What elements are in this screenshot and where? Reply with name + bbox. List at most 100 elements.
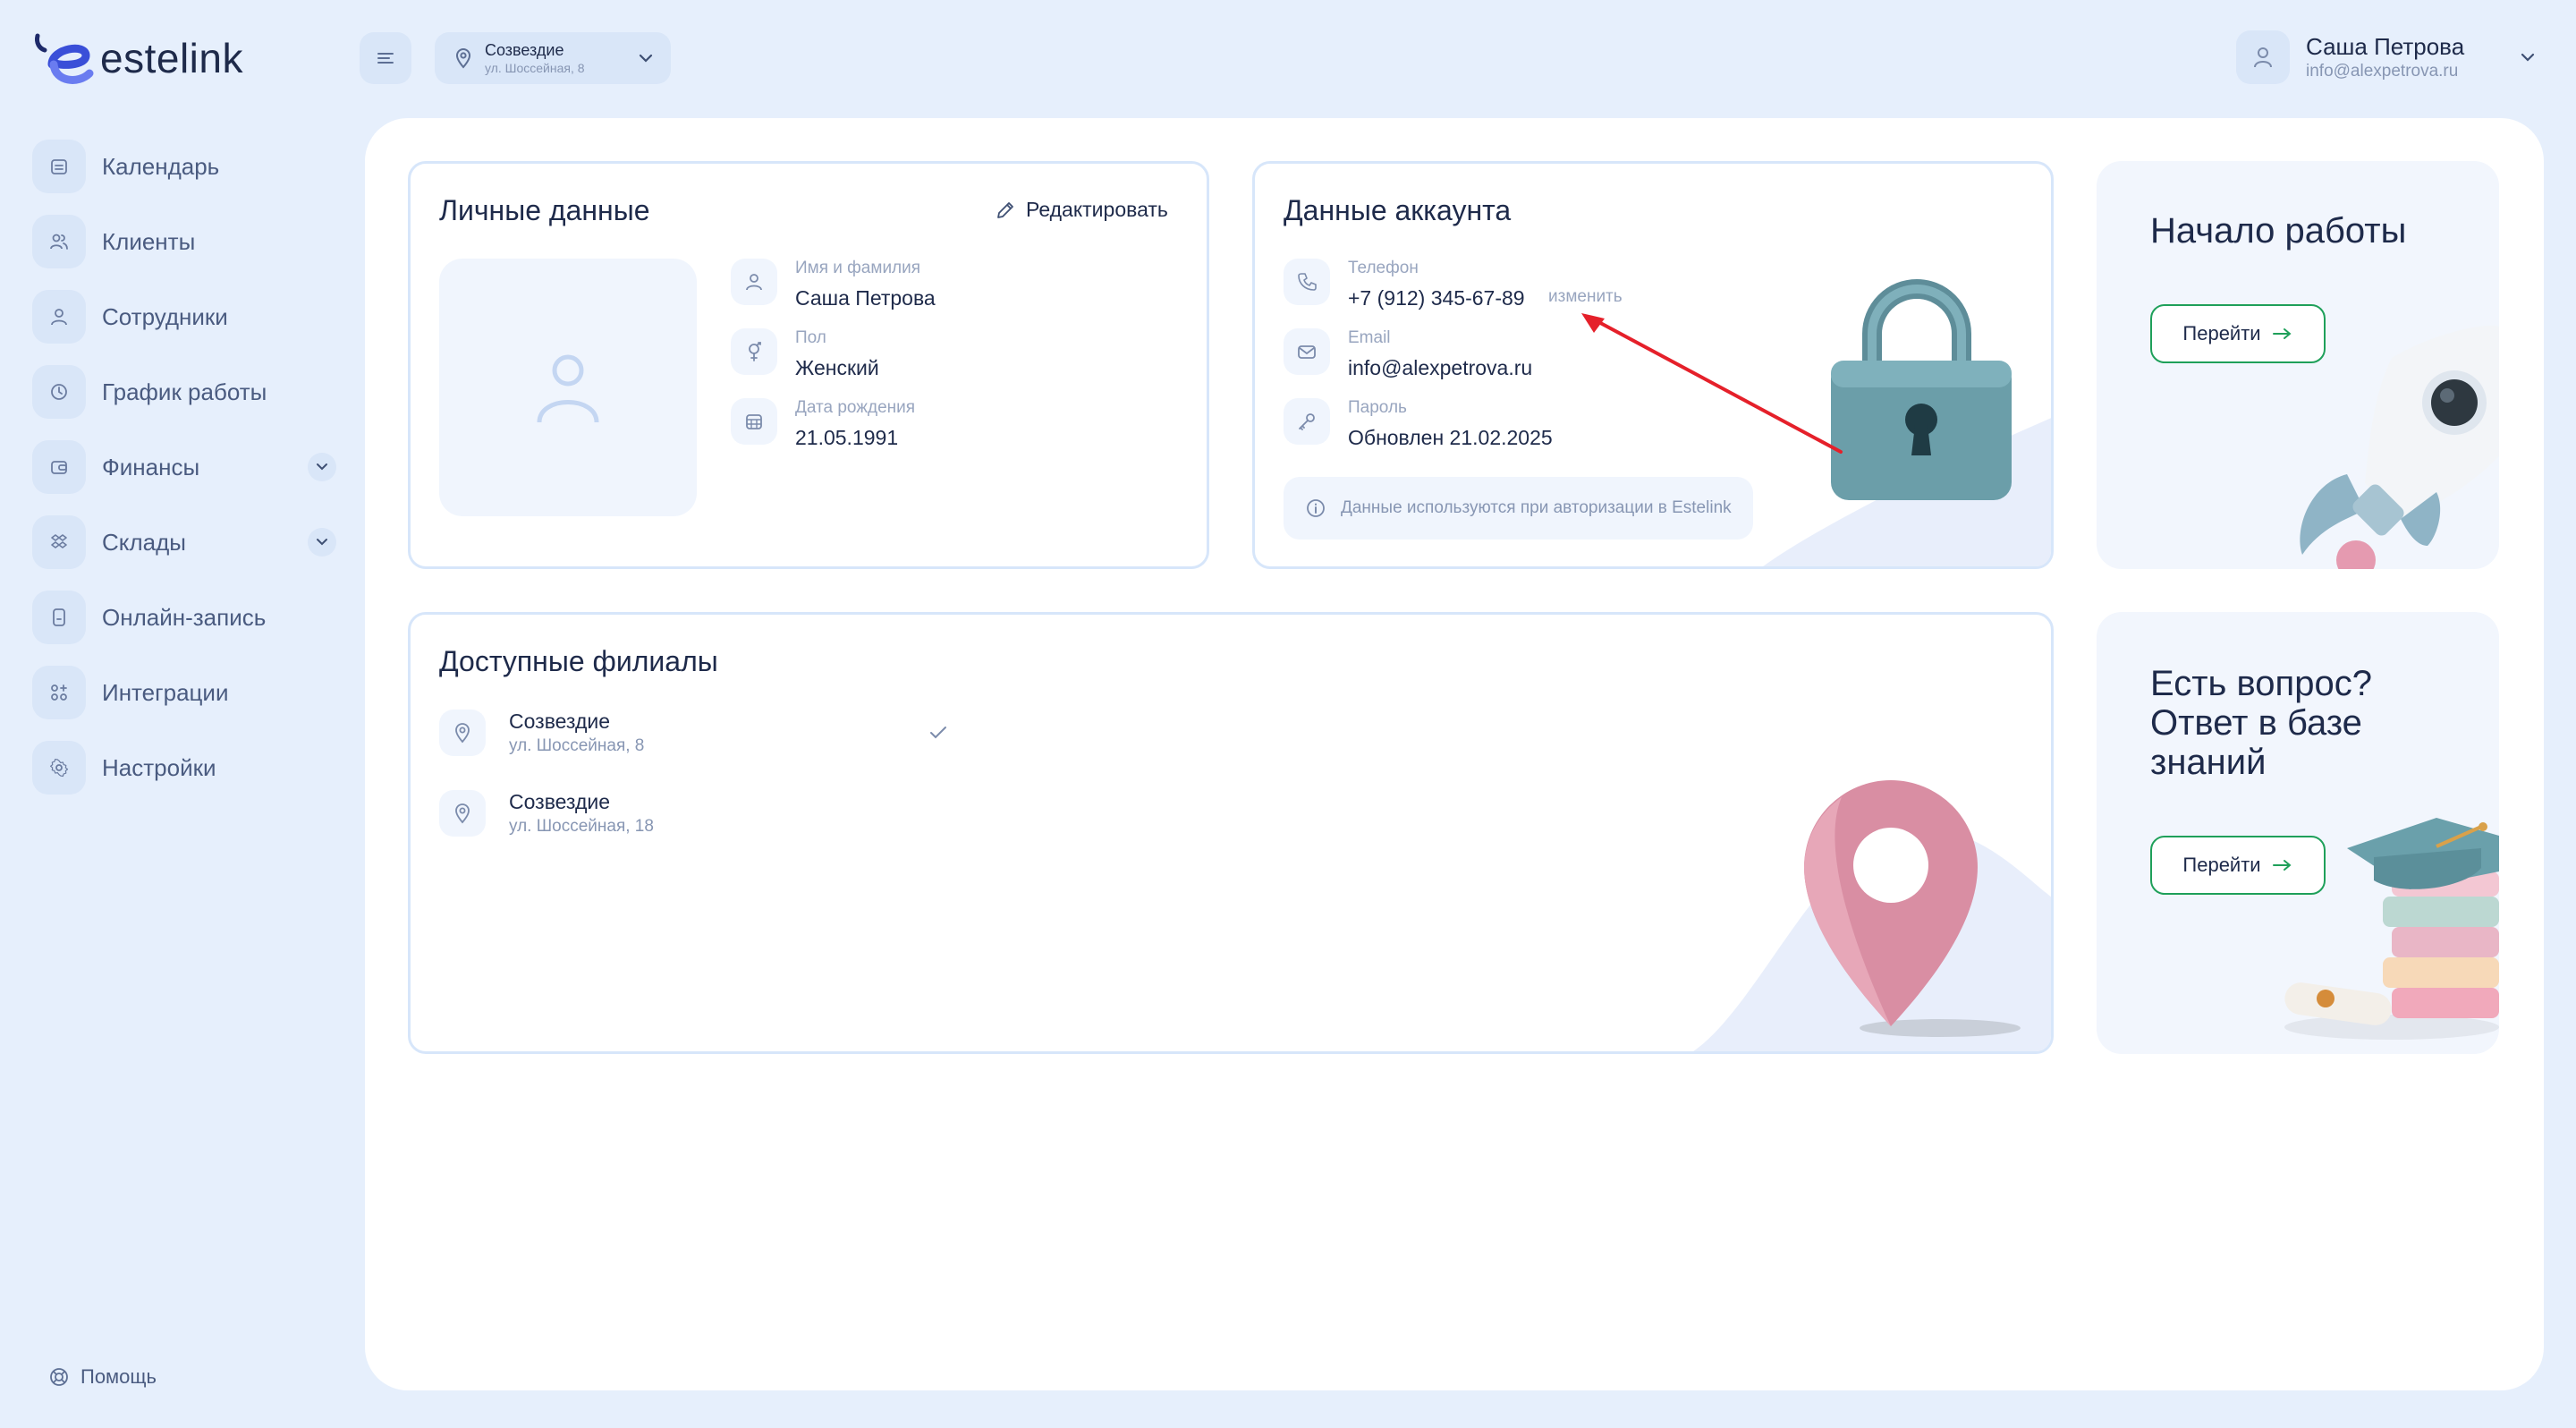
sidebar-item-label: Настройки xyxy=(102,753,216,781)
field-value: Саша Петрова xyxy=(795,286,936,310)
user-icon xyxy=(537,354,599,423)
user-email: info@alexpetrova.ru xyxy=(2306,62,2459,81)
field-label: Дата рождения xyxy=(795,398,916,417)
user-icon xyxy=(32,290,86,344)
sidebar-item-integrations[interactable]: Интеграции xyxy=(32,666,336,719)
user-icon xyxy=(2254,47,2272,68)
personal-data-card: Личные данные Редактировать Имя и фамили… xyxy=(408,161,1209,569)
sidebar-item-label: Онлайн-запись xyxy=(102,603,267,631)
sidebar-item-label: Сотрудники xyxy=(102,302,228,330)
promo-getting-started: Начало работы Перейти xyxy=(2097,161,2499,569)
location-pin-icon xyxy=(439,790,486,837)
promo-title-line: Есть вопрос? xyxy=(2150,664,2372,703)
auth-info-note: Данные используются при авторизации в Es… xyxy=(1284,477,1753,540)
sidebar-item-staff[interactable]: Сотрудники xyxy=(32,290,336,344)
branch-selector[interactable]: Созвездие ул. Шоссейная, 8 xyxy=(435,32,671,84)
app-logo[interactable]: estelink xyxy=(32,27,243,89)
sidebar-item-warehouses[interactable]: Склады xyxy=(32,515,336,569)
promo-title: Начало работы xyxy=(2150,211,2407,251)
sidebar-item-label: Склады xyxy=(102,528,186,556)
field-phone: Телефон +7 (912) 345-67-89 xyxy=(1284,259,1525,312)
branch-list-item[interactable]: Созвездие ул. Шоссейная, 18 xyxy=(439,788,949,838)
go-button-label: Перейти xyxy=(2182,322,2261,344)
boxes-icon xyxy=(32,515,86,569)
branch-item-name: Созвездие xyxy=(509,710,611,733)
device-icon xyxy=(32,591,86,644)
calendar-icon xyxy=(731,398,777,445)
users-icon xyxy=(32,215,86,268)
edit-button[interactable]: Редактировать xyxy=(994,198,1168,222)
menu-lines-icon xyxy=(377,53,394,64)
promo-title-line: Ответ в базе xyxy=(2150,703,2362,743)
help-link[interactable]: Помощь xyxy=(48,1365,157,1389)
menu-toggle-button[interactable] xyxy=(360,32,411,84)
map-pin-illustration xyxy=(1804,780,2021,1037)
rocket-illustration xyxy=(2300,325,2499,569)
books-graduation-cap-illustration xyxy=(2284,818,2499,1040)
field-value: +7 (912) 345-67-89 xyxy=(1348,286,1525,310)
branch-item-address: ул. Шоссейная, 18 xyxy=(509,817,654,836)
field-label: Email xyxy=(1348,328,1391,347)
sidebar-item-settings[interactable]: Настройки xyxy=(32,741,336,795)
sidebar-item-online-booking[interactable]: Онлайн-запись xyxy=(32,591,336,644)
sidebar-item-calendar[interactable]: Календарь xyxy=(32,140,336,193)
gear-icon xyxy=(32,741,86,795)
sidebar-item-label: Интеграции xyxy=(102,678,229,706)
promo-title-line: знаний xyxy=(2150,743,2267,782)
avatar xyxy=(2236,30,2290,84)
info-note-text: Данные используются при авторизации в Es… xyxy=(1341,498,1732,517)
clock-icon xyxy=(32,365,86,419)
grid-plus-icon xyxy=(32,666,86,719)
field-value: 21.05.1991 xyxy=(795,426,899,449)
field-gender: Пол Женский xyxy=(731,328,879,382)
user-name: Саша Петрова xyxy=(2306,33,2465,60)
sidebar-item-label: Клиенты xyxy=(102,227,196,255)
field-label: Телефон xyxy=(1348,259,1419,277)
change-phone-link[interactable]: изменить xyxy=(1548,287,1623,307)
help-label: Помощь xyxy=(80,1365,157,1388)
branch-item-address: ул. Шоссейная, 8 xyxy=(509,736,645,755)
chevron-down-icon xyxy=(639,54,653,63)
profile-photo-placeholder[interactable] xyxy=(439,259,697,516)
sidebar-item-label: График работы xyxy=(102,378,267,405)
field-full-name: Имя и фамилия Саша Петрова xyxy=(731,259,936,312)
field-birthdate: Дата рождения 21.05.1991 xyxy=(731,398,915,452)
sidebar-nav: Календарь Клиенты Сотрудники График рабо… xyxy=(32,140,336,816)
lifebuoy-icon xyxy=(50,1368,68,1386)
logo-text: estelink xyxy=(100,35,243,81)
phone-icon xyxy=(1284,259,1330,305)
user-menu[interactable]: Саша Петрова info@alexpetrova.ru xyxy=(2236,30,2464,84)
field-value: info@alexpetrova.ru xyxy=(1348,356,1533,379)
field-label: Пароль xyxy=(1348,398,1407,417)
user-menu-chevron[interactable] xyxy=(2515,45,2540,74)
sidebar-item-schedule[interactable]: График работы xyxy=(32,365,336,419)
chevron-down-icon[interactable] xyxy=(308,453,336,481)
available-branches-card: Доступные филиалы Созвездие ул. Шоссейна… xyxy=(408,612,2054,1054)
checkmark-icon xyxy=(930,727,946,739)
card-title: Доступные филиалы xyxy=(439,645,718,677)
pencil-icon xyxy=(997,201,1013,218)
gender-female-icon xyxy=(731,328,777,375)
mail-icon xyxy=(1284,328,1330,375)
location-pin-icon xyxy=(455,48,471,69)
sidebar-item-label: Календарь xyxy=(102,152,220,180)
field-password: Пароль Обновлен 21.02.2025 xyxy=(1284,398,1553,452)
branch-address: ул. Шоссейная, 8 xyxy=(485,61,585,75)
branch-name: Созвездие xyxy=(485,41,564,59)
calendar-icon xyxy=(32,140,86,193)
field-email: Email info@alexpetrova.ru xyxy=(1284,328,1532,382)
logo-mark-icon xyxy=(32,27,97,89)
info-icon xyxy=(1307,499,1325,517)
field-label: Имя и фамилия xyxy=(795,259,921,277)
branch-item-name: Созвездие xyxy=(509,790,611,813)
main-content: Личные данные Редактировать Имя и фамили… xyxy=(365,118,2544,1390)
branch-list-item[interactable]: Созвездие ул. Шоссейная, 8 xyxy=(439,708,949,758)
sidebar-item-label: Финансы xyxy=(102,453,200,480)
sidebar-item-finance[interactable]: Финансы xyxy=(32,440,336,494)
go-button-label: Перейти xyxy=(2182,854,2261,876)
sidebar-item-clients[interactable]: Клиенты xyxy=(32,215,336,268)
promo-title: Есть вопрос? Ответ в базе знаний xyxy=(2150,664,2372,782)
wallet-icon xyxy=(32,440,86,494)
chevron-down-icon[interactable] xyxy=(308,528,336,557)
key-icon xyxy=(1284,398,1330,445)
